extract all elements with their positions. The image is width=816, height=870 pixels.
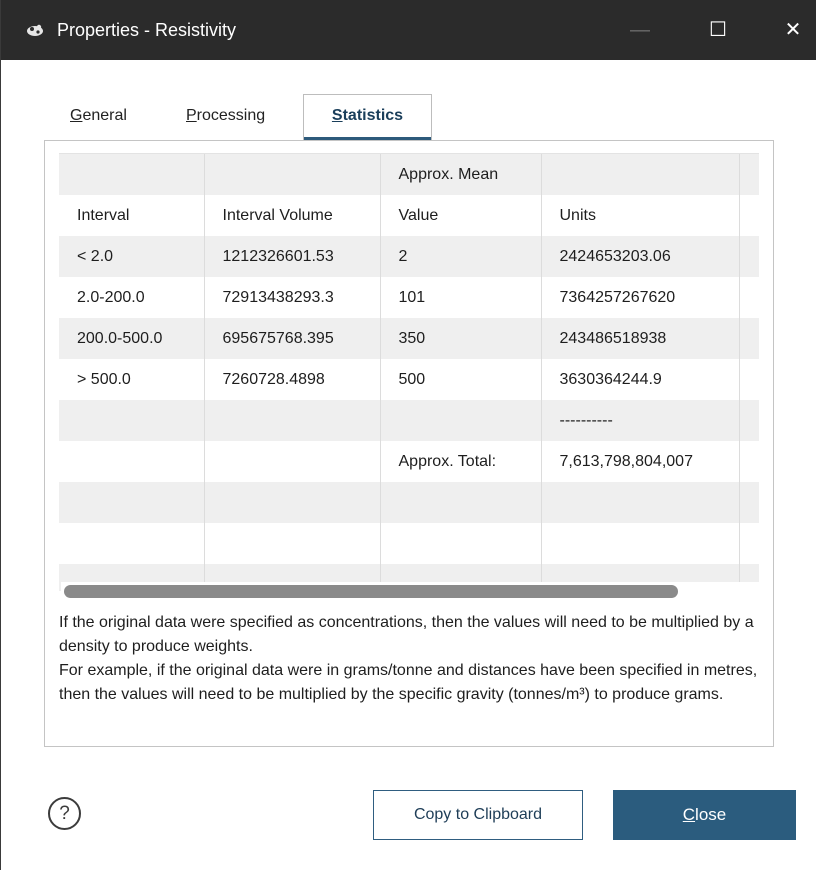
close-button-mnemonic: C xyxy=(682,805,696,824)
table-cell: 7260728.4898 xyxy=(204,359,381,400)
table-cell: 7364257267620 xyxy=(541,277,740,318)
table-cell: 200.0-500.0 xyxy=(59,318,205,359)
column-header-value: Value xyxy=(380,195,542,236)
approx-total-label: Approx. Total: xyxy=(380,441,542,482)
header-row: Interval Interval Volume Value Units xyxy=(59,195,759,236)
table-cell: 350 xyxy=(380,318,542,359)
close-button-label: lose xyxy=(695,805,727,824)
table-cell: < 2.0 xyxy=(59,236,205,277)
table-cell xyxy=(739,482,759,523)
total-separator: ---------- xyxy=(541,400,740,441)
help-icon[interactable]: ? xyxy=(48,797,81,830)
approx-total-value: 7,613,798,804,007 xyxy=(541,441,740,482)
table-cell xyxy=(204,441,381,482)
table-cell xyxy=(541,482,740,523)
column-header-interval-volume: Interval Volume xyxy=(204,195,381,236)
table-row[interactable]: < 2.0 1212326601.53 2 2424653203.06 xyxy=(59,236,759,277)
tab-statistics[interactable]: Statistics xyxy=(303,94,432,140)
column-header-interval: Interval xyxy=(59,195,205,236)
close-button[interactable]: Close xyxy=(613,790,796,840)
tab-processing-mnemonic: P xyxy=(186,107,197,124)
table-cell: 2 xyxy=(380,236,542,277)
close-window-icon[interactable]: ✕ xyxy=(766,0,816,60)
table-cell: 2.0-200.0 xyxy=(59,277,205,318)
tab-processing[interactable]: Processing xyxy=(186,96,265,139)
scrollbar-thumb[interactable] xyxy=(64,585,678,598)
table-cell xyxy=(59,441,205,482)
table-cell: 72913438293.3 xyxy=(204,277,381,318)
copy-to-clipboard-button[interactable]: Copy to Clipboard xyxy=(373,790,583,840)
table-cell xyxy=(380,482,542,523)
table-row[interactable]: 2.0-200.0 72913438293.3 101 736425726762… xyxy=(59,277,759,318)
tab-processing-label: rocessing xyxy=(196,107,266,124)
header-cell xyxy=(204,154,381,195)
table-cell xyxy=(739,318,759,359)
table-cell xyxy=(380,400,542,441)
info-text-line2: For example, if the original data were i… xyxy=(59,662,758,703)
column-header-units: Units xyxy=(541,195,740,236)
window-title: Properties - Resistivity xyxy=(57,20,237,40)
title-bar[interactable]: Properties - Resistivity — ☐ ✕ xyxy=(1,0,816,60)
table-cell xyxy=(739,359,759,400)
table-row[interactable]: ---------- xyxy=(59,400,759,441)
table-cell xyxy=(541,523,740,564)
tab-general-label: eneral xyxy=(82,107,127,124)
tab-bar: General Processing Statistics xyxy=(44,94,774,140)
table-cell: 695675768.395 xyxy=(204,318,381,359)
header-cell xyxy=(541,154,740,195)
tab-general[interactable]: General xyxy=(70,96,127,139)
tab-statistics-mnemonic: S xyxy=(331,107,343,124)
table-row[interactable] xyxy=(59,482,759,523)
table-cell: 243486518938 xyxy=(541,318,740,359)
statistics-table[interactable]: Approx. Mean Interval Interval Volume Va… xyxy=(59,153,759,591)
table-cell: 1212326601.53 xyxy=(204,236,381,277)
tab-statistics-label: tatistics xyxy=(342,107,404,124)
tab-general-mnemonic: G xyxy=(70,107,83,124)
table-cell xyxy=(380,523,542,564)
app-icon xyxy=(27,24,43,36)
table-row[interactable] xyxy=(59,523,759,564)
header-cell xyxy=(739,154,759,195)
table-row[interactable]: > 500.0 7260728.4898 500 3630364244.9 xyxy=(59,359,759,400)
maximize-icon[interactable]: ☐ xyxy=(691,0,745,60)
table-cell xyxy=(204,523,381,564)
table-cell xyxy=(739,236,759,277)
table-cell xyxy=(739,400,759,441)
table-row[interactable]: 200.0-500.0 695675768.395 350 2434865189… xyxy=(59,318,759,359)
table-cell xyxy=(739,523,759,564)
header-row: Approx. Mean xyxy=(59,154,759,195)
info-text: If the original data were specified as c… xyxy=(59,611,769,707)
info-text-line1: If the original data were specified as c… xyxy=(59,614,754,655)
table-cell xyxy=(59,482,205,523)
table-cell: 3630364244.9 xyxy=(541,359,740,400)
header-cell xyxy=(59,154,205,195)
header-cell: Approx. Mean xyxy=(380,154,542,195)
table-cell: 500 xyxy=(380,359,542,400)
horizontal-scrollbar[interactable] xyxy=(61,582,759,602)
table-cell: > 500.0 xyxy=(59,359,205,400)
table-cell: 101 xyxy=(380,277,542,318)
header-cell xyxy=(739,195,759,236)
properties-dialog: Properties - Resistivity — ☐ ✕ General P… xyxy=(0,0,816,870)
table-cell: 2424653203.06 xyxy=(541,236,740,277)
table-cell xyxy=(739,277,759,318)
table-cell xyxy=(204,482,381,523)
table-cell xyxy=(204,400,381,441)
minimize-icon[interactable]: — xyxy=(613,0,667,60)
table-cell xyxy=(59,523,205,564)
table-cell xyxy=(739,441,759,482)
statistics-panel: Approx. Mean Interval Interval Volume Va… xyxy=(44,140,774,747)
table-cell xyxy=(59,400,205,441)
table-row[interactable]: Approx. Total: 7,613,798,804,007 xyxy=(59,441,759,482)
